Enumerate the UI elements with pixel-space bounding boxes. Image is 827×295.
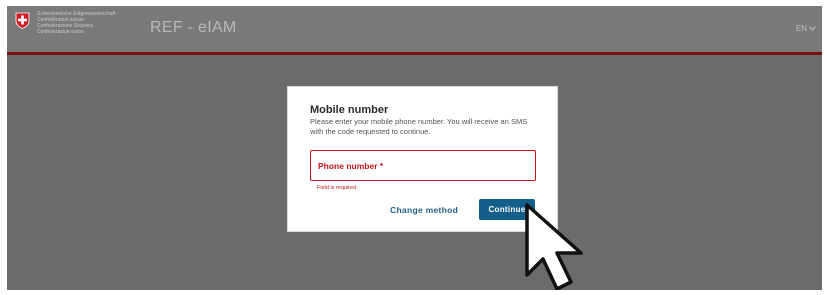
change-method-button[interactable]: Change method <box>390 205 458 215</box>
confederation-name: Schweizerische Eidgenossenschaft Confédé… <box>37 11 147 35</box>
confederation-line-rm: Confederaziun svizra <box>37 29 84 35</box>
chevron-down-icon <box>809 26 816 31</box>
header-divider <box>7 52 822 55</box>
browser-viewport: Schweizerische Eidgenossenschaft Confédé… <box>7 6 822 290</box>
language-label: EN <box>795 24 807 33</box>
language-selector[interactable]: EN <box>796 24 816 33</box>
swiss-cross-shield-icon[interactable] <box>15 12 30 29</box>
phone-number-input[interactable]: Phone number * <box>310 150 536 181</box>
hand-cursor-icon <box>525 203 583 290</box>
app-title: REF - eIAM <box>150 19 237 36</box>
phone-number-label: Phone number * <box>318 161 384 171</box>
dialog-description: Please enter your mobile phone number. Y… <box>310 117 528 136</box>
mobile-number-dialog: Mobile number Please enter your mobile p… <box>287 86 558 232</box>
dialog-title: Mobile number <box>310 104 389 116</box>
field-error-message: Field is required <box>317 185 357 191</box>
top-header: Schweizerische Eidgenossenschaft Confédé… <box>7 6 822 52</box>
